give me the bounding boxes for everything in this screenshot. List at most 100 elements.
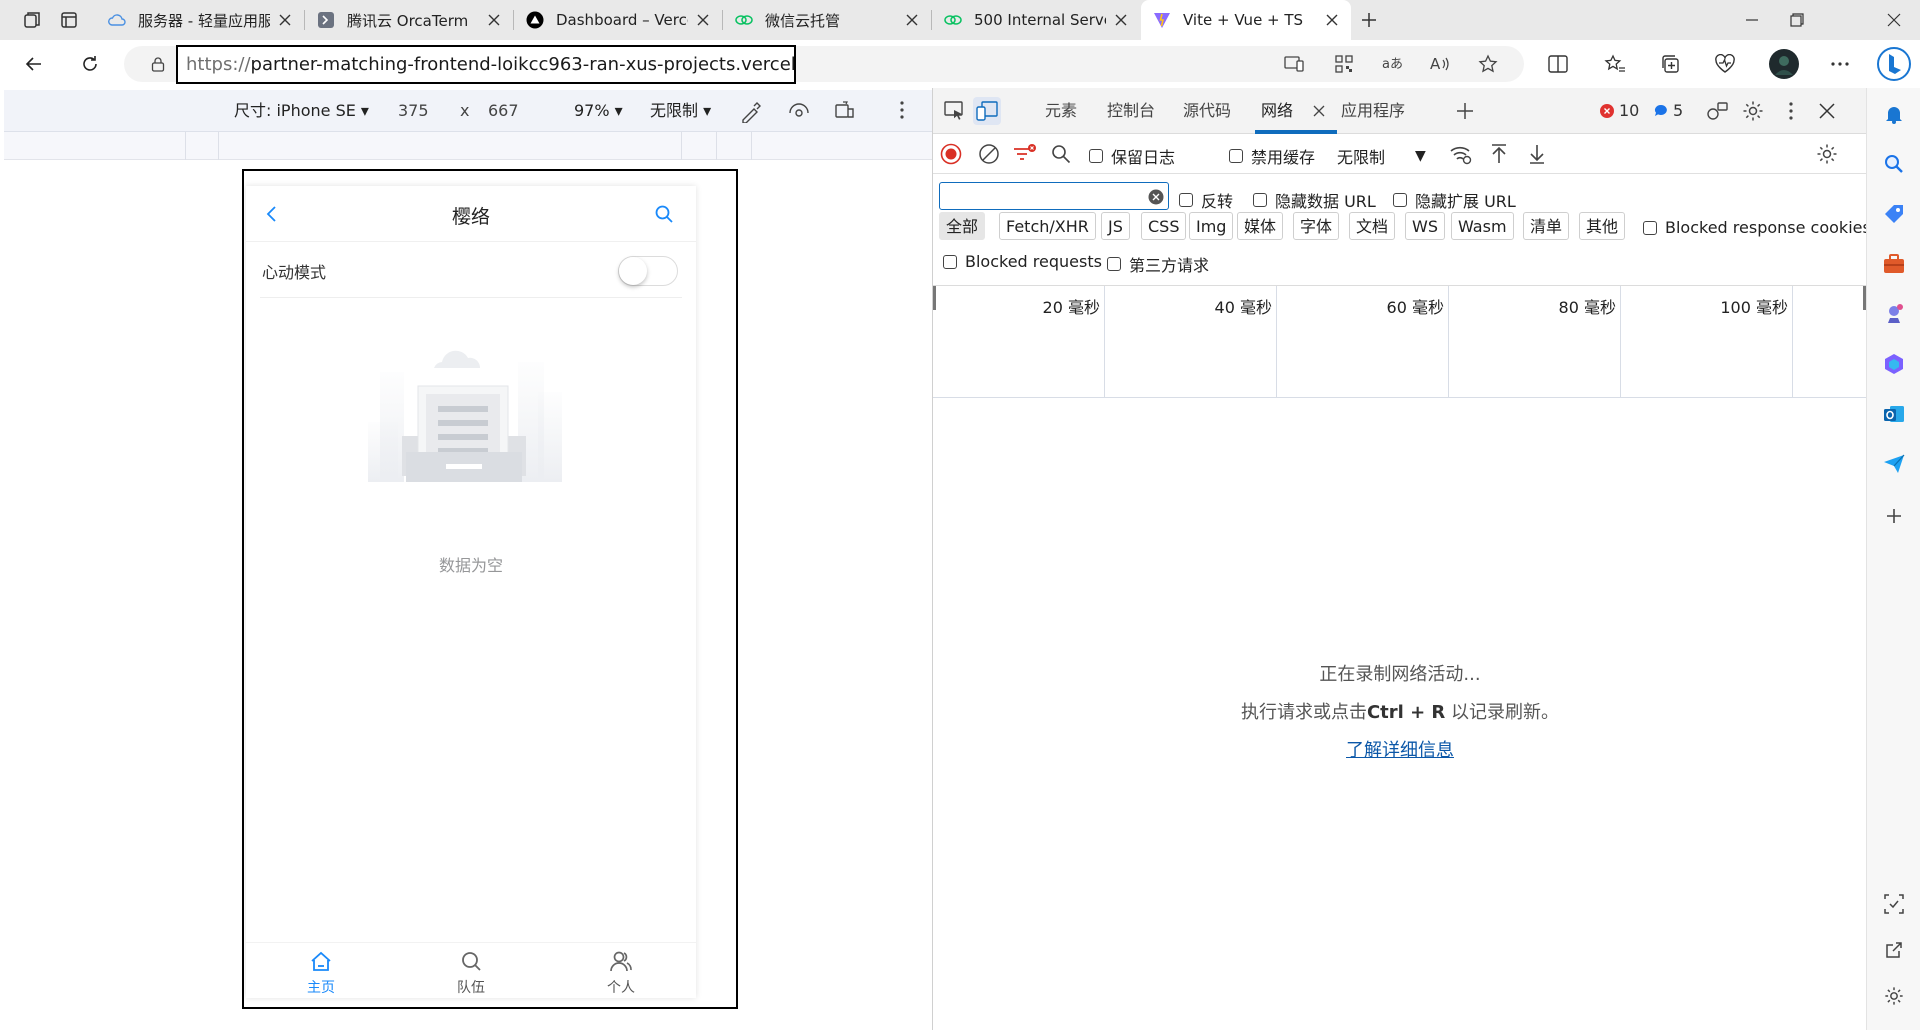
tools-briefcase-icon[interactable] <box>1880 250 1908 278</box>
clear-filter-icon[interactable] <box>1148 189 1164 205</box>
filter-input[interactable] <box>939 182 1169 210</box>
browser-essentials-icon[interactable] <box>1711 50 1739 78</box>
filter-type-css[interactable]: CSS <box>1141 212 1187 240</box>
device-toolbar-icon[interactable] <box>973 97 1001 125</box>
filter-icon[interactable] <box>1011 140 1039 168</box>
error-count[interactable]: 10 <box>1619 88 1639 134</box>
screenshot-icon[interactable] <box>1880 890 1908 918</box>
filter-type-wasm[interactable]: Wasm <box>1451 212 1514 240</box>
message-count[interactable]: 5 <box>1673 88 1683 134</box>
viewport-height-input[interactable]: 667 <box>488 90 519 132</box>
restore-icon[interactable] <box>1783 6 1811 34</box>
import-har-icon[interactable] <box>1485 140 1513 168</box>
bing-copilot-icon[interactable] <box>1876 46 1912 82</box>
browser-tab[interactable]: 500 Internal Server Error - <box>932 0 1140 40</box>
tab-elements[interactable]: 元素 <box>1045 88 1077 134</box>
open-external-icon[interactable] <box>1880 936 1908 964</box>
favorite-star-icon[interactable] <box>1474 50 1502 78</box>
tab-console[interactable]: 控制台 <box>1107 88 1155 134</box>
more-menu-icon[interactable] <box>1826 50 1854 78</box>
network-settings-icon[interactable] <box>1813 140 1841 168</box>
filter-type-font[interactable]: 字体 <box>1293 212 1340 240</box>
translate-icon[interactable]: aあ <box>1378 50 1406 78</box>
device-selector[interactable]: 尺寸: iPhone SE ▾ <box>234 90 369 132</box>
close-tab-icon[interactable] <box>897 5 927 35</box>
tab-application[interactable]: 应用程序 <box>1341 88 1405 134</box>
disable-cache-checkbox[interactable]: 禁用缓存 <box>1229 144 1315 168</box>
app-available-icon[interactable] <box>1280 50 1308 78</box>
sidebar-settings-icon[interactable] <box>1880 982 1908 1010</box>
rotate-device-icon[interactable] <box>834 101 856 121</box>
invert-checkbox[interactable]: 反转 <box>1179 188 1233 212</box>
issues-feedback-icon[interactable] <box>1703 97 1731 125</box>
tab-network[interactable]: 网络 <box>1261 88 1293 134</box>
close-tab-icon[interactable] <box>688 5 718 35</box>
workspaces-icon[interactable] <box>18 6 46 34</box>
shopping-tag-icon[interactable] <box>1880 200 1908 228</box>
network-overview-timeline[interactable]: 20 毫秒 40 毫秒 60 毫秒 80 毫秒 100 毫秒 <box>933 286 1867 398</box>
browser-tab[interactable]: 腾讯云 OrcaTerm <box>305 0 513 40</box>
viewport-width-input[interactable]: 375 <box>398 90 429 132</box>
outlook-icon[interactable] <box>1880 400 1908 428</box>
microsoft-365-icon[interactable] <box>1880 350 1908 378</box>
browser-tab[interactable]: 服务器 - 轻量应用服务器 - <box>96 0 304 40</box>
back-icon[interactable] <box>20 50 48 78</box>
split-screen-icon[interactable] <box>1544 50 1572 78</box>
record-icon[interactable] <box>937 140 965 168</box>
settings-gear-icon[interactable] <box>1739 97 1767 125</box>
qr-code-icon[interactable] <box>1330 50 1358 78</box>
preserve-log-checkbox[interactable]: 保留日志 <box>1089 144 1175 168</box>
devtools-more-icon[interactable] <box>1777 97 1805 125</box>
minimize-icon[interactable] <box>1738 6 1766 34</box>
tab-profile[interactable]: 个人 <box>546 943 696 999</box>
browser-tab[interactable]: 微信云托管 <box>723 0 931 40</box>
filter-type-media[interactable]: 媒体 <box>1237 212 1284 240</box>
drop-send-icon[interactable] <box>1880 450 1908 478</box>
search-icon[interactable] <box>1047 140 1075 168</box>
third-party-requests-checkbox[interactable]: 第三方请求 <box>1107 252 1209 276</box>
collections-icon[interactable] <box>1656 50 1684 78</box>
tab-team[interactable]: 队伍 <box>396 943 546 999</box>
close-tab-icon[interactable] <box>270 5 300 35</box>
heartbeat-mode-switch[interactable] <box>618 256 678 286</box>
close-devtools-icon[interactable] <box>1813 97 1841 125</box>
message-icon[interactable] <box>1651 97 1671 125</box>
browser-tab[interactable]: Dashboard – Vercel <box>514 0 722 40</box>
refresh-icon[interactable] <box>76 50 104 78</box>
filter-type-doc[interactable]: 文档 <box>1349 212 1396 240</box>
network-throttle-select[interactable]: 无限制 ▼ <box>1337 144 1426 168</box>
close-tab-icon[interactable] <box>1305 97 1333 125</box>
read-aloud-icon[interactable]: A <box>1426 50 1454 78</box>
network-conditions-icon[interactable] <box>1447 140 1475 168</box>
search-icon[interactable] <box>654 204 674 224</box>
zoom-selector[interactable]: 97% ▾ <box>574 90 623 132</box>
eyedropper-icon[interactable] <box>740 101 762 123</box>
vision-deficiency-icon[interactable] <box>788 101 810 121</box>
filter-type-other[interactable]: 其他 <box>1579 212 1626 240</box>
tab-home[interactable]: 主页 <box>246 943 396 999</box>
emulation-more-icon[interactable] <box>900 101 904 119</box>
close-window-icon[interactable] <box>1880 6 1908 34</box>
close-tab-icon[interactable] <box>479 5 509 35</box>
browser-tab-active[interactable]: Vite + Vue + TS <box>1141 0 1351 40</box>
filter-type-all[interactable]: 全部 <box>939 212 986 240</box>
export-har-icon[interactable] <box>1523 140 1551 168</box>
tab-sources[interactable]: 源代码 <box>1183 88 1231 134</box>
add-sidebar-app-icon[interactable] <box>1880 502 1908 530</box>
error-icon[interactable] <box>1597 97 1617 125</box>
url-field[interactable]: https://partner-matching-frontend-loikcc… <box>176 45 796 84</box>
add-tab-icon[interactable] <box>1451 97 1479 125</box>
filter-type-img[interactable]: Img <box>1189 212 1234 240</box>
filter-type-js[interactable]: JS <box>1101 212 1130 240</box>
close-tab-icon[interactable] <box>1317 5 1347 35</box>
profile-avatar[interactable] <box>1768 48 1800 80</box>
hide-data-url-checkbox[interactable]: 隐藏数据 URL <box>1253 188 1376 212</box>
vertical-tabs-icon[interactable] <box>55 6 83 34</box>
new-tab-icon[interactable] <box>1355 6 1383 34</box>
learn-more-link[interactable]: 了解详细信息 <box>1346 740 1454 761</box>
filter-type-ws[interactable]: WS <box>1405 212 1445 240</box>
search-icon[interactable] <box>1880 150 1908 178</box>
media-query-ruler[interactable] <box>4 132 932 160</box>
clear-icon[interactable] <box>975 140 1003 168</box>
hide-extension-url-checkbox[interactable]: 隐藏扩展 URL <box>1393 188 1516 212</box>
